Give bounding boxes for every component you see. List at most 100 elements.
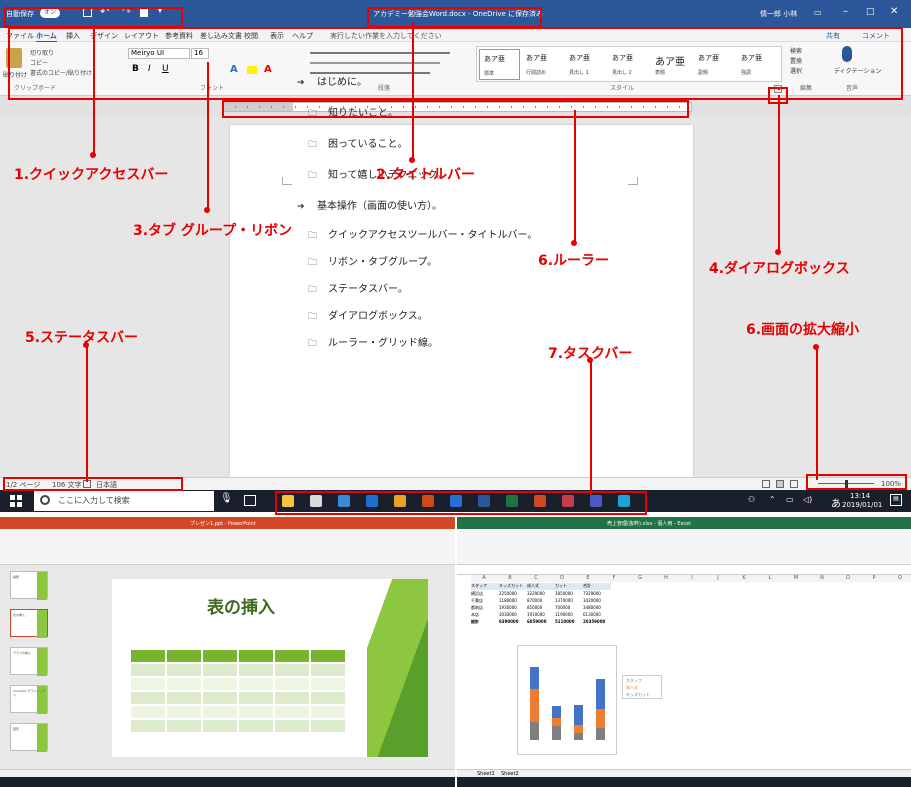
table-cell[interactable]: 20359000 <box>583 619 605 624</box>
maximize-icon[interactable]: □ <box>866 7 875 17</box>
table-cell[interactable]: 5110000 <box>555 619 574 624</box>
table-cell[interactable] <box>238 663 274 677</box>
table-cell[interactable]: 3229000 <box>527 591 545 596</box>
table-cell[interactable] <box>202 649 238 663</box>
table-header-cell[interactable]: 成人式 <box>527 583 539 589</box>
print-layout-icon[interactable] <box>776 480 784 488</box>
table-cell[interactable]: 横浜店 <box>471 591 483 597</box>
ppt-slide[interactable]: 表の挿入 <box>112 579 428 757</box>
table-cell[interactable]: 1190000 <box>555 612 573 617</box>
table-cell[interactable] <box>166 719 202 733</box>
cortana-icon[interactable] <box>40 495 50 505</box>
table-cell[interactable]: 総計 <box>471 619 479 625</box>
clock-date[interactable]: 2019/01/01 <box>842 501 882 509</box>
slide-table[interactable] <box>130 649 348 735</box>
column-header[interactable]: E <box>575 575 601 582</box>
table-cell[interactable] <box>310 705 346 719</box>
table-cell[interactable] <box>166 705 202 719</box>
network-icon[interactable]: ▭ <box>786 495 794 504</box>
table-cell[interactable]: 3030000 <box>499 612 517 617</box>
table-cell[interactable]: 1910000 <box>527 612 545 617</box>
formula-bar[interactable] <box>457 565 911 575</box>
table-cell[interactable]: 1930000 <box>499 605 517 610</box>
clock-time[interactable]: 13:14 <box>850 492 870 500</box>
column-header[interactable]: P <box>861 575 887 582</box>
table-cell[interactable]: 7329000 <box>583 591 601 596</box>
column-header[interactable]: B <box>497 575 523 582</box>
table-cell[interactable]: 6859000 <box>527 619 546 624</box>
table-cell[interactable] <box>130 663 166 677</box>
column-header[interactable]: L <box>757 575 783 582</box>
table-cell[interactable] <box>130 691 166 705</box>
table-cell[interactable] <box>310 663 346 677</box>
tray-overflow-icon[interactable]: ⌃ <box>769 495 776 504</box>
outline-item-8[interactable]: 🗀 ダイアログボックス。 <box>308 307 428 325</box>
column-header[interactable]: J <box>705 575 731 582</box>
table-cell[interactable] <box>274 649 310 663</box>
table-cell[interactable]: 都筑店 <box>471 605 483 611</box>
table-cell[interactable] <box>274 663 310 677</box>
web-layout-icon[interactable] <box>790 480 798 488</box>
notification-icon[interactable]: ▤ <box>890 494 902 506</box>
column-header[interactable]: C <box>523 575 549 582</box>
table-cell[interactable] <box>202 663 238 677</box>
start-icon[interactable] <box>10 495 22 507</box>
column-header[interactable]: F <box>601 575 627 582</box>
slide-thumbnail[interactable]: 表の挿入 <box>10 609 48 638</box>
ribbon-display-icon[interactable]: ▭ <box>814 8 822 17</box>
column-header[interactable]: K <box>731 575 757 582</box>
column-header[interactable]: G <box>627 575 653 582</box>
table-cell[interactable] <box>310 719 346 733</box>
outline-item-5[interactable]: 🗀 クイックアクセスツールバー・タイトルバー。 <box>308 226 537 244</box>
table-cell[interactable]: 700000 <box>555 605 570 610</box>
table-cell[interactable] <box>238 649 274 663</box>
table-header-cell[interactable]: キッズカット <box>499 583 523 589</box>
minimize-icon[interactable]: – <box>843 6 848 17</box>
table-cell[interactable]: 6130000 <box>583 612 601 617</box>
table-cell[interactable]: 1850000 <box>555 591 573 596</box>
table-cell[interactable] <box>238 677 274 691</box>
table-cell[interactable] <box>310 649 346 663</box>
table-cell[interactable] <box>274 691 310 705</box>
ime-indicator[interactable]: あ <box>831 495 841 510</box>
table-cell[interactable]: 本店 <box>471 612 479 618</box>
user-name[interactable]: 情一郎 小林 <box>760 9 797 19</box>
column-header[interactable]: D <box>549 575 575 582</box>
task-view-icon[interactable] <box>244 495 256 506</box>
column-header[interactable]: A <box>471 575 497 582</box>
table-cell[interactable]: 850000 <box>527 605 542 610</box>
table-cell[interactable]: 2250000 <box>499 591 517 596</box>
table-cell[interactable]: 千葉店 <box>471 598 483 604</box>
outline-item-2[interactable]: 🗀 困っていること。 <box>308 135 408 153</box>
outline-item-4[interactable]: ➔ 基本操作（画面の使い方）。 <box>297 197 442 212</box>
table-cell[interactable] <box>310 677 346 691</box>
outline-item-9[interactable]: 🗀 ルーラー・グリッド線。 <box>308 334 438 352</box>
table-cell[interactable]: 3420000 <box>583 598 601 603</box>
table-cell[interactable] <box>202 691 238 705</box>
table-cell[interactable] <box>130 677 166 691</box>
excel-chart[interactable] <box>517 645 617 755</box>
table-header-cell[interactable]: カット <box>555 583 567 589</box>
column-header[interactable]: I <box>679 575 705 582</box>
table-cell[interactable] <box>166 663 202 677</box>
outline-item-7[interactable]: 🗀 ステータスバー。 <box>308 280 408 298</box>
read-mode-icon[interactable] <box>762 480 770 488</box>
people-icon[interactable]: ⚇ <box>748 495 755 504</box>
table-header-cell[interactable]: スタッフ <box>471 583 487 589</box>
table-cell[interactable] <box>202 719 238 733</box>
slide-thumbnail[interactable]: 講義 <box>10 571 48 600</box>
volume-icon[interactable]: ◁) <box>803 495 812 504</box>
outline-item-6[interactable]: 🗀 リボン・タブグループ。 <box>308 253 437 271</box>
table-cell[interactable] <box>202 677 238 691</box>
slide-thumbnail[interactable]: グラフの挿入 <box>10 647 48 676</box>
table-cell[interactable]: 3480000 <box>583 605 601 610</box>
table-cell[interactable] <box>130 719 166 733</box>
microphone-taskbar-icon[interactable]: 🎙 <box>220 493 233 504</box>
table-cell[interactable] <box>238 719 274 733</box>
table-cell[interactable] <box>166 691 202 705</box>
ppt-ribbon[interactable] <box>0 529 455 565</box>
column-header[interactable]: N <box>809 575 835 582</box>
table-cell[interactable] <box>130 649 166 663</box>
slide-thumbnail[interactable]: SmartArt グラフィックス <box>10 685 48 714</box>
column-header[interactable]: H <box>653 575 679 582</box>
